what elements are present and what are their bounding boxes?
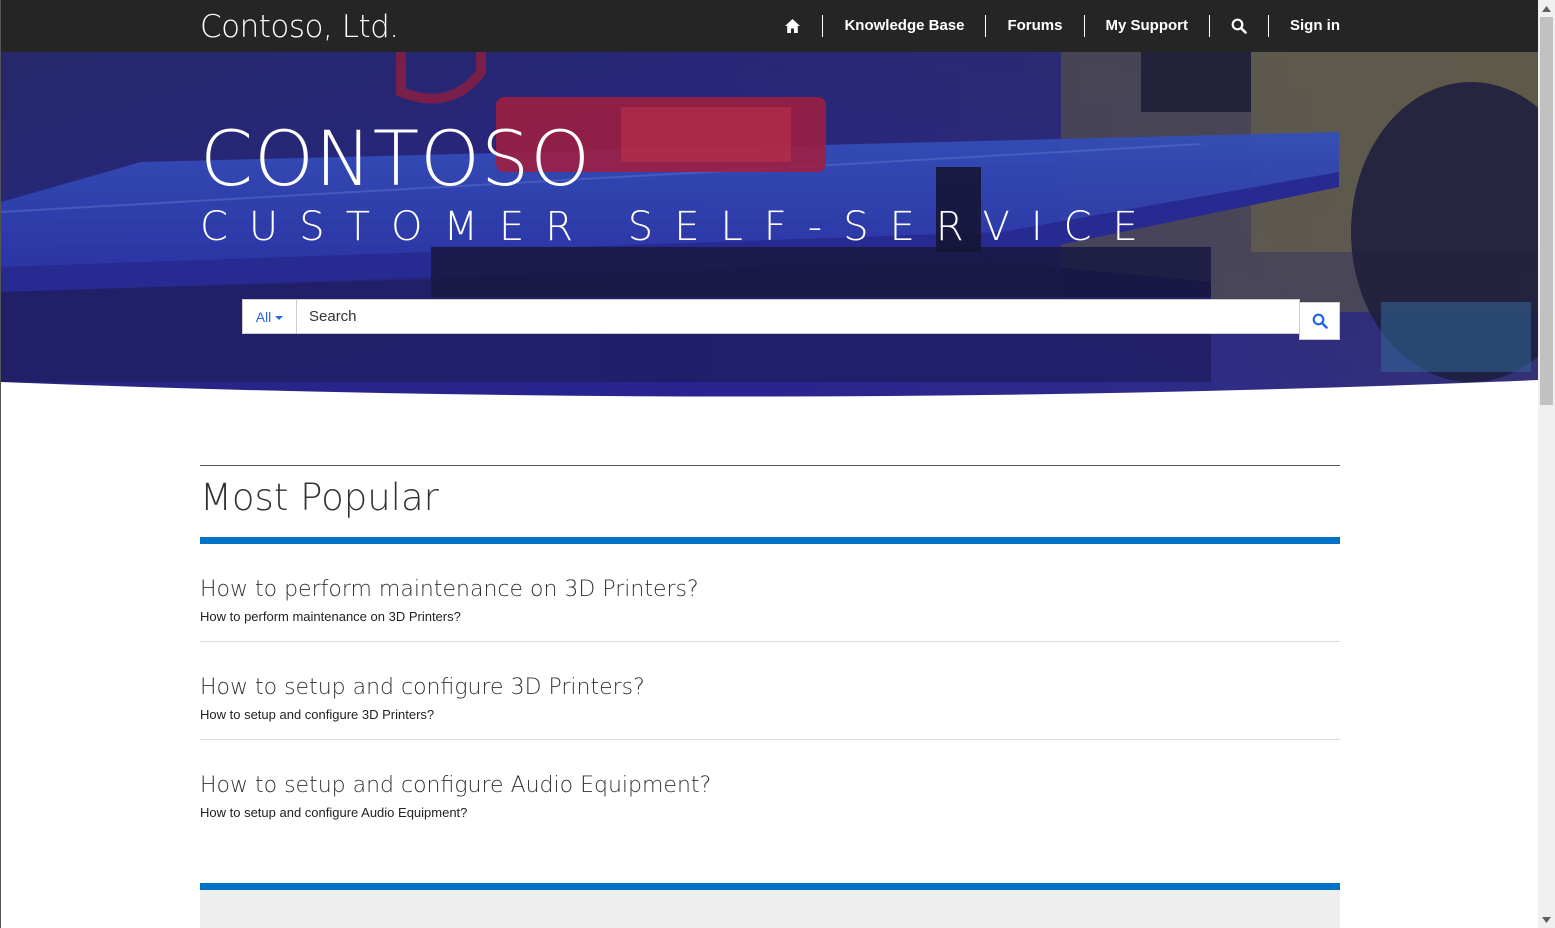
article-description: How to setup and configure 3D Printers? — [200, 707, 435, 722]
list-item: How to setup and configure 3D Printers? … — [200, 642, 1340, 740]
chevron-down-icon — [275, 315, 284, 320]
article-title-link[interactable]: How to perform maintenance on 3D Printer… — [200, 576, 1340, 604]
search-scope-label: All — [255, 308, 272, 325]
most-popular-section: Most Popular How to perform maintenance … — [200, 465, 1340, 838]
search-input[interactable] — [297, 300, 1299, 333]
brand-logo[interactable]: Contoso, Ltd. — [200, 9, 399, 45]
hero-banner: CONTOSO CUSTOMER SELF-SERVICE All — [1, 52, 1538, 404]
top-navbar: Contoso, Ltd. Knowledge Base Forums My S… — [1, 0, 1538, 52]
search-icon — [1312, 313, 1328, 329]
browser-viewport: Contoso, Ltd. Knowledge Base Forums My S… — [0, 0, 1538, 928]
sign-in-link[interactable]: Sign in — [1269, 16, 1340, 36]
nav-search-button[interactable] — [1210, 16, 1268, 36]
nav-my-support[interactable]: My Support — [1085, 16, 1210, 36]
list-item: How to perform maintenance on 3D Printer… — [200, 544, 1340, 642]
article-title-link[interactable]: How to setup and configure 3D Printers? — [200, 674, 1340, 702]
nav-knowledge-base[interactable]: Knowledge Base — [823, 16, 985, 36]
section-title: Most Popular — [200, 476, 439, 519]
next-section-panel — [200, 890, 1340, 928]
scroll-up-arrow-icon[interactable] — [1538, 0, 1555, 17]
search-icon — [1231, 18, 1247, 34]
accent-divider — [200, 883, 1340, 890]
hero-title: CONTOSO — [200, 114, 592, 203]
nav-links: Knowledge Base Forums My Support Sign in — [784, 0, 1340, 52]
accent-divider — [200, 537, 1340, 544]
search-scope-dropdown[interactable]: All — [243, 300, 297, 333]
article-description: How to perform maintenance on 3D Printer… — [200, 609, 461, 624]
article-description: How to setup and configure Audio Equipme… — [200, 805, 468, 820]
search-submit-button[interactable] — [1299, 302, 1340, 340]
divider — [200, 465, 1340, 466]
home-button[interactable] — [784, 16, 822, 36]
scrollbar-thumb[interactable] — [1540, 17, 1553, 405]
home-icon — [785, 19, 801, 33]
nav-forums[interactable]: Forums — [986, 16, 1083, 36]
article-title-link[interactable]: How to setup and configure Audio Equipme… — [200, 772, 1340, 800]
hero-subtitle: CUSTOMER SELF-SERVICE — [200, 204, 1159, 250]
search-bar: All — [242, 299, 1300, 334]
list-item: How to setup and configure Audio Equipme… — [200, 740, 1340, 838]
scroll-down-arrow-icon[interactable] — [1538, 911, 1555, 928]
vertical-scrollbar[interactable] — [1538, 0, 1555, 928]
